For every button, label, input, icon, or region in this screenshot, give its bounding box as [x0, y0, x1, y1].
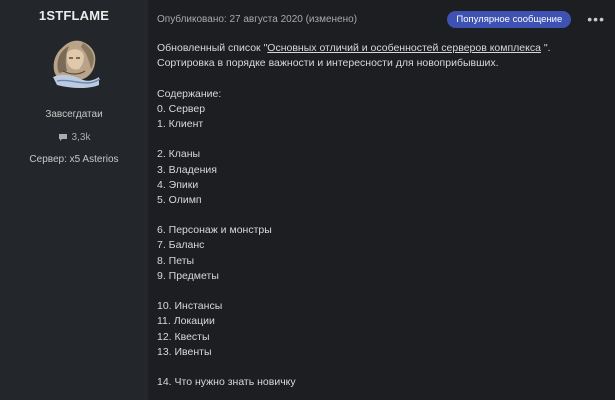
toc-item: 6. Персонаж и монстры — [157, 224, 272, 237]
toc-item: 5. Олимп — [157, 193, 202, 206]
toc-item: 13. Ивенты — [157, 345, 212, 358]
author-name[interactable]: 1STFLAME — [39, 8, 109, 23]
post-body: Обновленный список "Основных отличий и о… — [157, 41, 605, 390]
toc-item: 2. Кланы — [157, 148, 201, 161]
toc-item: 10. Инстансы — [157, 300, 223, 313]
toc-item — [157, 284, 605, 299]
toc-item: 12. Квесты — [157, 330, 210, 343]
post-date[interactable]: Опубликовано: 27 августа 2020 (изменено) — [157, 14, 357, 25]
intro-line: Обновленный список "Основных отличий и о… — [157, 41, 605, 56]
speech-bubble-icon — [58, 134, 67, 141]
intro-line-2: Сортировка в порядке важности и интересн… — [157, 57, 499, 70]
table-of-contents: 0. Сервер 1. Клиент 2. Кланы 3. Владения 4. … — [157, 102, 605, 391]
toc-item: 3. Владения — [157, 163, 217, 176]
toc-item — [157, 132, 605, 147]
toc-item: 11. Локации — [157, 315, 215, 328]
avatar[interactable] — [43, 33, 105, 95]
toc-heading: Содержание: — [157, 87, 222, 100]
server-features-link[interactable]: Основных отличий и особенностей серверов… — [267, 42, 541, 54]
author-rank: Завсегдатаи — [45, 109, 103, 120]
post-count-value: 3,3k — [71, 132, 91, 143]
toc-item: 8. Петы — [157, 254, 195, 267]
toc-item: 1. Клиент — [157, 117, 204, 130]
post-content: Опубликовано: 27 августа 2020 (изменено)… — [148, 0, 615, 400]
popular-badge: Популярное сообщение — [447, 10, 572, 28]
toc-item: 9. Предметы — [157, 269, 219, 282]
post-header: Опубликовано: 27 августа 2020 (изменено)… — [157, 10, 605, 28]
intro-suffix: ". — [540, 42, 551, 54]
forum-post: 1STFLAME Завсегдатаи 3,3k Сервер: x5 Ast… — [0, 0, 615, 400]
ellipsis-icon[interactable]: ••• — [587, 12, 605, 26]
toc-item: 14. Что нужно знать новичку — [157, 376, 296, 389]
toc-item — [157, 208, 605, 223]
toc-item: 0. Сервер — [157, 102, 206, 115]
toc-item: 7. Баланс — [157, 239, 205, 252]
intro-prefix: Обновленный список " — [157, 42, 268, 54]
toc-item: 4. Эпики — [157, 178, 199, 191]
author-server: Сервер: x5 Asterios — [29, 154, 119, 165]
author-panel: 1STFLAME Завсегдатаи 3,3k Сервер: x5 Ast… — [0, 0, 148, 400]
toc-item — [157, 360, 605, 375]
author-post-count: 3,3k — [58, 132, 91, 143]
